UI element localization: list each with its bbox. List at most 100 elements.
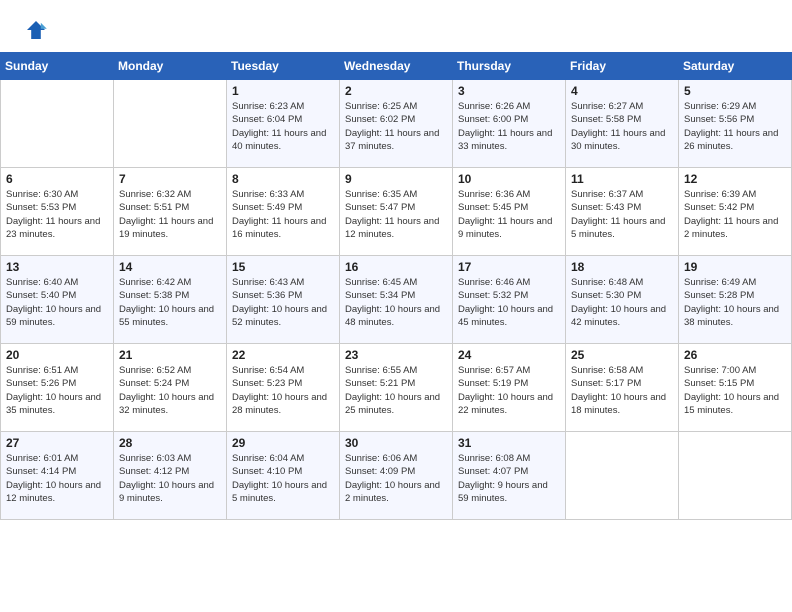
day-cell bbox=[679, 432, 792, 520]
day-info: Sunrise: 6:33 AM Sunset: 5:49 PM Dayligh… bbox=[232, 188, 334, 241]
weekday-header-thursday: Thursday bbox=[453, 53, 566, 80]
day-number: 18 bbox=[571, 260, 673, 274]
day-cell: 4 Sunrise: 6:27 AM Sunset: 5:58 PM Daylig… bbox=[566, 80, 679, 168]
weekday-header-friday: Friday bbox=[566, 53, 679, 80]
day-cell: 6Sunrise: 6:30 AM Sunset: 5:53 PM Daylig… bbox=[1, 168, 114, 256]
day-cell: 20 Sunrise: 6:51 AM Sunset: 5:26 PM Dayli… bbox=[1, 344, 114, 432]
day-cell: 8 Sunrise: 6:33 AM Sunset: 5:49 PM Daylig… bbox=[227, 168, 340, 256]
day-number: 5 bbox=[684, 84, 786, 98]
day-cell bbox=[114, 80, 227, 168]
day-cell: 10 Sunrise: 6:36 AM Sunset: 5:45 PM Dayli… bbox=[453, 168, 566, 256]
day-info: Sunrise: 6:55 AM Sunset: 5:21 PM Dayligh… bbox=[345, 364, 447, 417]
day-info: Sunrise: 6:52 AM Sunset: 5:24 PM Dayligh… bbox=[119, 364, 221, 417]
day-info: Sunrise: 6:23 AM Sunset: 6:04 PM Dayligh… bbox=[232, 100, 334, 153]
day-cell: 5 Sunrise: 6:29 AM Sunset: 5:56 PM Daylig… bbox=[679, 80, 792, 168]
weekday-header-wednesday: Wednesday bbox=[340, 53, 453, 80]
day-number: 17 bbox=[458, 260, 560, 274]
day-number: 24 bbox=[458, 348, 560, 362]
day-cell: 13 Sunrise: 6:40 AM Sunset: 5:40 PM Dayli… bbox=[1, 256, 114, 344]
day-number: 26 bbox=[684, 348, 786, 362]
day-info: Sunrise: 6:01 AM Sunset: 4:14 PM Dayligh… bbox=[6, 452, 108, 505]
day-cell: 31 Sunrise: 6:08 AM Sunset: 4:07 PM Dayli… bbox=[453, 432, 566, 520]
weekday-header-tuesday: Tuesday bbox=[227, 53, 340, 80]
weekday-header-monday: Monday bbox=[114, 53, 227, 80]
day-number: 15 bbox=[232, 260, 334, 274]
day-info: Sunrise: 6:06 AM Sunset: 4:09 PM Dayligh… bbox=[345, 452, 447, 505]
day-number: 28 bbox=[119, 436, 221, 450]
day-cell: 14 Sunrise: 6:42 AM Sunset: 5:38 PM Dayli… bbox=[114, 256, 227, 344]
day-cell: 16Sunrise: 6:45 AM Sunset: 5:34 PM Dayli… bbox=[340, 256, 453, 344]
day-number: 23 bbox=[345, 348, 447, 362]
day-number: 4 bbox=[571, 84, 673, 98]
week-row-4: 20 Sunrise: 6:51 AM Sunset: 5:26 PM Dayli… bbox=[1, 344, 792, 432]
day-number: 3 bbox=[458, 84, 560, 98]
day-info: Sunrise: 6:57 AM Sunset: 5:19 PM Dayligh… bbox=[458, 364, 560, 417]
day-cell: 19 Sunrise: 6:49 AM Sunset: 5:28 PM Dayli… bbox=[679, 256, 792, 344]
day-cell: 11 Sunrise: 6:37 AM Sunset: 5:43 PM Dayli… bbox=[566, 168, 679, 256]
day-info: Sunrise: 6:40 AM Sunset: 5:40 PM Dayligh… bbox=[6, 276, 108, 329]
day-info: Sunrise: 6:43 AM Sunset: 5:36 PM Dayligh… bbox=[232, 276, 334, 329]
day-cell: 26 Sunrise: 7:00 AM Sunset: 5:15 PM Dayli… bbox=[679, 344, 792, 432]
logo bbox=[24, 18, 52, 42]
day-info: Sunrise: 6:39 AM Sunset: 5:42 PM Dayligh… bbox=[684, 188, 786, 241]
day-number: 31 bbox=[458, 436, 560, 450]
day-info: Sunrise: 6:25 AM Sunset: 6:02 PM Dayligh… bbox=[345, 100, 447, 153]
day-info: Sunrise: 6:42 AM Sunset: 5:38 PM Dayligh… bbox=[119, 276, 221, 329]
day-cell: 24 Sunrise: 6:57 AM Sunset: 5:19 PM Dayli… bbox=[453, 344, 566, 432]
day-info: Sunrise: 6:58 AM Sunset: 5:17 PM Dayligh… bbox=[571, 364, 673, 417]
weekday-header-sunday: Sunday bbox=[1, 53, 114, 80]
day-cell: 12 Sunrise: 6:39 AM Sunset: 5:42 PM Dayli… bbox=[679, 168, 792, 256]
day-number: 30 bbox=[345, 436, 447, 450]
day-info: Sunrise: 7:00 AM Sunset: 5:15 PM Dayligh… bbox=[684, 364, 786, 417]
week-row-3: 13 Sunrise: 6:40 AM Sunset: 5:40 PM Dayli… bbox=[1, 256, 792, 344]
page-header bbox=[0, 0, 792, 52]
day-cell: 2Sunrise: 6:25 AM Sunset: 6:02 PM Daylig… bbox=[340, 80, 453, 168]
logo-icon bbox=[24, 18, 48, 42]
day-cell: 1 Sunrise: 6:23 AM Sunset: 6:04 PM Daylig… bbox=[227, 80, 340, 168]
day-cell: 27 Sunrise: 6:01 AM Sunset: 4:14 PM Dayli… bbox=[1, 432, 114, 520]
day-cell: 21 Sunrise: 6:52 AM Sunset: 5:24 PM Dayli… bbox=[114, 344, 227, 432]
day-number: 22 bbox=[232, 348, 334, 362]
day-number: 21 bbox=[119, 348, 221, 362]
day-number: 27 bbox=[6, 436, 108, 450]
day-number: 1 bbox=[232, 84, 334, 98]
day-number: 13 bbox=[6, 260, 108, 274]
day-cell bbox=[566, 432, 679, 520]
day-cell: 22 Sunrise: 6:54 AM Sunset: 5:23 PM Dayli… bbox=[227, 344, 340, 432]
day-info: Sunrise: 6:29 AM Sunset: 5:56 PM Dayligh… bbox=[684, 100, 786, 153]
week-row-5: 27 Sunrise: 6:01 AM Sunset: 4:14 PM Dayli… bbox=[1, 432, 792, 520]
weekday-header-row: SundayMondayTuesdayWednesdayThursdayFrid… bbox=[1, 53, 792, 80]
day-info: Sunrise: 6:46 AM Sunset: 5:32 PM Dayligh… bbox=[458, 276, 560, 329]
day-info: Sunrise: 6:32 AM Sunset: 5:51 PM Dayligh… bbox=[119, 188, 221, 241]
day-number: 14 bbox=[119, 260, 221, 274]
week-row-1: 1 Sunrise: 6:23 AM Sunset: 6:04 PM Daylig… bbox=[1, 80, 792, 168]
day-info: Sunrise: 6:36 AM Sunset: 5:45 PM Dayligh… bbox=[458, 188, 560, 241]
day-number: 29 bbox=[232, 436, 334, 450]
day-number: 19 bbox=[684, 260, 786, 274]
day-number: 20 bbox=[6, 348, 108, 362]
day-info: Sunrise: 6:08 AM Sunset: 4:07 PM Dayligh… bbox=[458, 452, 560, 505]
day-number: 25 bbox=[571, 348, 673, 362]
day-number: 7 bbox=[119, 172, 221, 186]
day-info: Sunrise: 6:51 AM Sunset: 5:26 PM Dayligh… bbox=[6, 364, 108, 417]
day-number: 12 bbox=[684, 172, 786, 186]
weekday-header-saturday: Saturday bbox=[679, 53, 792, 80]
day-cell: 23 Sunrise: 6:55 AM Sunset: 5:21 PM Dayli… bbox=[340, 344, 453, 432]
day-cell: 3Sunrise: 6:26 AM Sunset: 6:00 PM Daylig… bbox=[453, 80, 566, 168]
day-cell: 29Sunrise: 6:04 AM Sunset: 4:10 PM Dayli… bbox=[227, 432, 340, 520]
day-number: 10 bbox=[458, 172, 560, 186]
day-info: Sunrise: 6:49 AM Sunset: 5:28 PM Dayligh… bbox=[684, 276, 786, 329]
calendar-table: SundayMondayTuesdayWednesdayThursdayFrid… bbox=[0, 52, 792, 520]
day-number: 9 bbox=[345, 172, 447, 186]
day-info: Sunrise: 6:27 AM Sunset: 5:58 PM Dayligh… bbox=[571, 100, 673, 153]
day-info: Sunrise: 6:48 AM Sunset: 5:30 PM Dayligh… bbox=[571, 276, 673, 329]
day-number: 8 bbox=[232, 172, 334, 186]
day-number: 6 bbox=[6, 172, 108, 186]
day-cell: 7 Sunrise: 6:32 AM Sunset: 5:51 PM Daylig… bbox=[114, 168, 227, 256]
day-cell: 28Sunrise: 6:03 AM Sunset: 4:12 PM Dayli… bbox=[114, 432, 227, 520]
day-info: Sunrise: 6:45 AM Sunset: 5:34 PM Dayligh… bbox=[345, 276, 447, 329]
day-number: 11 bbox=[571, 172, 673, 186]
day-info: Sunrise: 6:35 AM Sunset: 5:47 PM Dayligh… bbox=[345, 188, 447, 241]
day-info: Sunrise: 6:37 AM Sunset: 5:43 PM Dayligh… bbox=[571, 188, 673, 241]
day-info: Sunrise: 6:54 AM Sunset: 5:23 PM Dayligh… bbox=[232, 364, 334, 417]
